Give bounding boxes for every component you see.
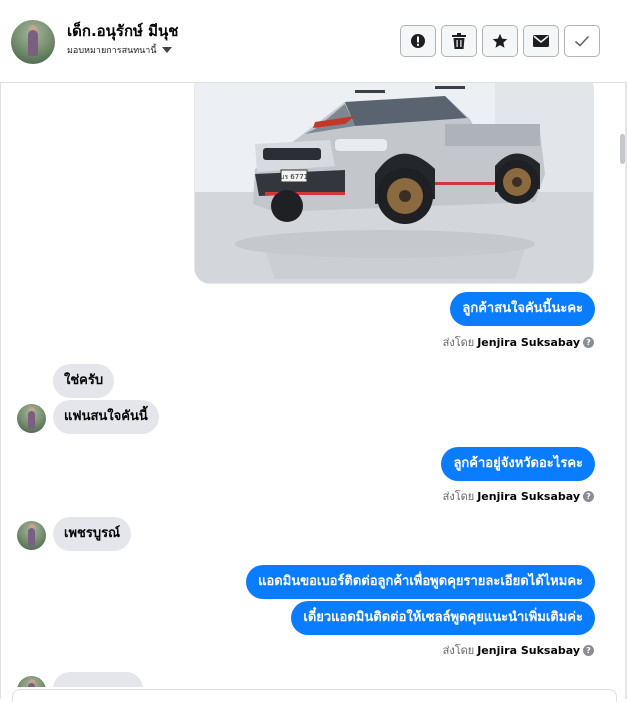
incoming-message[interactable]: ใช่ครับ xyxy=(53,364,115,398)
contact-avatar[interactable] xyxy=(11,20,55,64)
mail-icon xyxy=(533,35,549,47)
help-icon[interactable]: ? xyxy=(583,336,594,348)
sent-by-info: ส่งโดย Jenjira Suksabay ? xyxy=(443,333,594,351)
message-composer[interactable] xyxy=(12,689,617,702)
mark-done-button[interactable] xyxy=(564,25,600,57)
sender-avatar[interactable] xyxy=(17,676,46,687)
sent-by-info: ส่งโดย Jenjira Suksabay ? xyxy=(443,487,594,505)
incoming-message[interactable]: เพชรบูรณ์ xyxy=(53,517,132,551)
pickup-truck-image: บร 6771 xyxy=(195,83,593,283)
avatar-figure xyxy=(28,30,38,56)
outgoing-message[interactable]: ลูกค้าสนใจคันนี้นะคะ xyxy=(450,292,595,326)
delete-button[interactable] xyxy=(441,25,477,57)
conversation-header: เด็ก.อนุรักษ์ มีนุช มอบหมายการสนทนานี้ xyxy=(0,0,627,83)
report-spam-button[interactable] xyxy=(400,25,436,57)
star-icon xyxy=(492,33,508,48)
scrollbar-thumb[interactable] xyxy=(620,134,625,164)
assign-label: มอบหมายการสนทนานี้ xyxy=(67,46,157,56)
sent-by-prefix: ส่งโดย xyxy=(442,336,475,349)
sender-avatar[interactable] xyxy=(17,521,46,550)
outgoing-message[interactable]: เดี๋ยวแอดมินติดต่อให้เซลล์พูดคุยแนะนำเพิ… xyxy=(291,601,595,635)
sender-avatar[interactable] xyxy=(17,404,46,433)
avatar-figure xyxy=(28,411,35,429)
sent-by-name: Jenjira Suksabay xyxy=(477,335,580,349)
avatar-figure xyxy=(28,528,35,546)
sent-by-prefix: ส่งโดย xyxy=(442,490,475,503)
alert-icon xyxy=(411,34,425,48)
sent-by-name: Jenjira Suksabay xyxy=(477,643,580,657)
sent-by-info: ส่งโดย Jenjira Suksabay ? xyxy=(443,641,594,659)
header-actions xyxy=(400,25,600,57)
outgoing-message[interactable]: แอดมินขอเบอร์ติดต่อลูกค้าเพื่อพูดคุยรายล… xyxy=(246,565,595,599)
assign-conversation-dropdown[interactable]: มอบหมายการสนทนานี้ xyxy=(67,43,172,57)
car-plate-text: บร 6771 xyxy=(280,173,308,181)
car-photo-attachment[interactable]: บร 6771 xyxy=(194,83,594,284)
incoming-message-partial[interactable] xyxy=(53,672,143,687)
sent-by-prefix: ส่งโดย xyxy=(442,644,475,657)
outgoing-message[interactable]: ลูกค้าอยู่จังหวัดอะไรคะ xyxy=(441,447,595,481)
chevron-down-icon xyxy=(161,47,172,53)
incoming-message[interactable]: แฟนสนใจคันนี้ xyxy=(53,400,159,434)
help-icon[interactable]: ? xyxy=(583,644,594,656)
sent-by-name: Jenjira Suksabay xyxy=(477,489,580,503)
trash-icon xyxy=(452,33,466,49)
message-thread[interactable]: บร 6771 ลูกค้าสนใจคันนี้นะคะ ส่งโดย Jenj… xyxy=(1,83,623,687)
avatar-figure xyxy=(28,683,35,687)
mark-unread-button[interactable] xyxy=(523,25,559,57)
star-button[interactable] xyxy=(482,25,518,57)
contact-name[interactable]: เด็ก.อนุรักษ์ มีนุช xyxy=(67,19,178,43)
help-icon[interactable]: ? xyxy=(583,490,594,502)
check-icon xyxy=(574,35,590,47)
